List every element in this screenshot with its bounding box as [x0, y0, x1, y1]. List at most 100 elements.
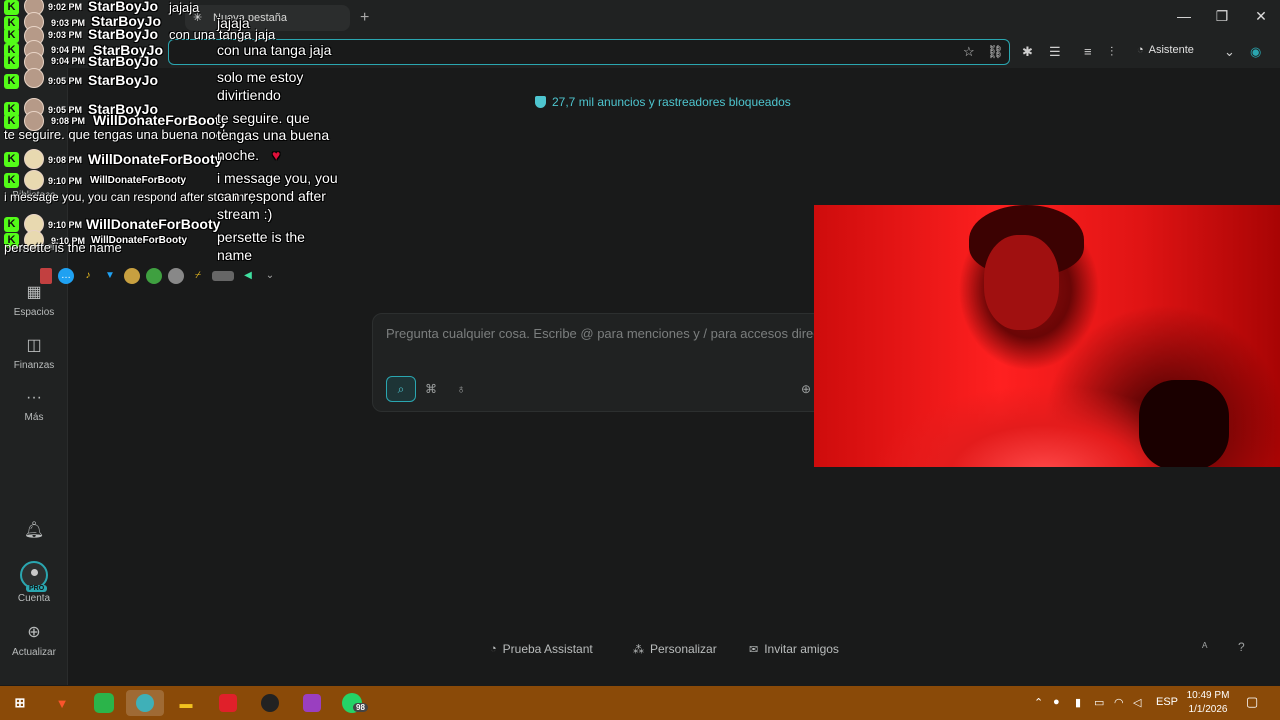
auto-icon[interactable]	[212, 271, 234, 281]
game-icon[interactable]	[299, 690, 325, 716]
kick-icon: K	[4, 173, 19, 188]
invite-friends-link[interactable]: ✉ Invitar amigos	[749, 638, 839, 660]
try-assistant-link[interactable]: ◔ Prueba Assistant	[490, 638, 593, 660]
update-button[interactable]: ⊕ Actualizar	[0, 624, 68, 658]
perplexity-browser-icon[interactable]	[126, 690, 164, 716]
tts-caption: can respond after	[217, 188, 326, 204]
update-label: Actualizar	[12, 647, 56, 658]
filter-icon[interactable]: ▼	[102, 268, 118, 284]
chat-toolbar: … ♪ ▼ ⌿ ◀ ⌄	[40, 266, 278, 286]
kick-icon: K	[4, 74, 19, 89]
blocked-counter[interactable]: 27,7 mil anuncios y rastreadores bloquea…	[535, 95, 791, 109]
obs-tray-icon[interactable]: ●	[1053, 696, 1060, 708]
webcam-shadow	[1139, 380, 1229, 467]
chat-time: 9:05 PM	[48, 105, 83, 115]
tts-caption: stream :)	[217, 206, 273, 222]
chat-time: 9:03 PM	[48, 30, 83, 40]
chevron-up-icon[interactable]: ⌃	[1034, 696, 1043, 709]
sidebar-item-finance[interactable]: ◫ Finanzas	[0, 337, 68, 371]
wifi-icon[interactable]: ◠	[1114, 696, 1124, 709]
chat-bubble-icon[interactable]: …	[58, 268, 74, 284]
battery-icon[interactable]: ▭	[1094, 696, 1104, 709]
badge-icon[interactable]	[168, 268, 184, 284]
file-explorer-icon[interactable]: ▬	[173, 690, 199, 716]
sidebar-item-label: Más	[24, 412, 44, 423]
language-indicator[interactable]: ESP	[1156, 696, 1178, 708]
speaker-icon[interactable]: ◀	[240, 268, 256, 284]
volume-icon[interactable]: ◁	[1133, 696, 1141, 709]
kick-icon: K	[4, 217, 19, 232]
chevron-down-icon[interactable]: ⌄	[1224, 44, 1235, 60]
pause-icon[interactable]	[40, 268, 52, 284]
star-icon[interactable]: ☆	[963, 44, 975, 60]
chat-username: WillDonateForBooty	[88, 151, 223, 167]
collapse-icon[interactable]: ⌄	[262, 268, 278, 284]
assistant-button[interactable]: ◔ Asistente	[1137, 44, 1194, 56]
ask-placeholder: Pregunta cualquier cosa. Escribe @ para …	[386, 326, 841, 341]
chat-message: te seguire. que tengas una buena noche.	[4, 127, 241, 142]
tts-caption: name	[217, 247, 253, 263]
tts-caption: con una tanga jaja	[217, 42, 332, 58]
screen: ✳ Nueva pestaña + — ❐ ✕ ☆ ⛓ ✱ ☰ ≡ ⫶ ◔ As…	[0, 0, 1280, 720]
chat-time: 9:03 PM	[51, 18, 86, 28]
kick-icon: K	[4, 28, 19, 43]
chat-time: 9:04 PM	[51, 56, 86, 66]
account-button[interactable]: PRO Cuenta	[0, 561, 68, 604]
chat-time: 9:08 PM	[48, 155, 83, 165]
link-label: Prueba Assistant	[502, 642, 593, 656]
windows-start-icon[interactable]: ⊞	[7, 690, 33, 716]
refresh-app-icon[interactable]	[91, 690, 117, 716]
refresh-icon[interactable]	[146, 268, 162, 284]
avatar	[24, 170, 44, 190]
profile-icon[interactable]: ◉	[1250, 44, 1261, 60]
chat-message: jajaja	[169, 0, 200, 15]
microphone-icon[interactable]: ▮	[1075, 696, 1081, 709]
link-icon[interactable]: ⛓	[987, 44, 1004, 60]
broom-icon[interactable]: ⌿	[190, 268, 206, 284]
account-label: Cuenta	[17, 593, 51, 604]
notification-center-icon[interactable]: ▢	[1246, 694, 1258, 710]
help-icon[interactable]: ?	[1238, 640, 1245, 654]
notifications-button[interactable]: 🔔︎	[0, 522, 68, 545]
chat-username: StarBoyJo	[88, 0, 159, 14]
bell-icon: 🔔︎	[23, 522, 45, 539]
chat-time: 9:10 PM	[48, 176, 83, 186]
reader-icon[interactable]: ☰	[1049, 44, 1061, 60]
labs-mode-button[interactable]: ♁	[446, 376, 476, 402]
minimize-icon[interactable]: —	[1174, 8, 1194, 24]
search-mode-button[interactable]: ⌕	[386, 376, 416, 402]
maximize-icon[interactable]: ❐	[1212, 8, 1232, 25]
whatsapp-badge: 98	[353, 703, 368, 712]
chat-time: 9:08 PM	[51, 116, 86, 126]
shield-icon	[535, 96, 546, 108]
bell-icon[interactable]: ♪	[80, 268, 96, 284]
heart-icon: ♥	[272, 147, 281, 163]
chat-time: 9:10 PM	[48, 220, 83, 230]
chat-time: 9:04 PM	[51, 45, 86, 55]
new-tab-button[interactable]: +	[360, 9, 369, 27]
search-icon: ⌕	[397, 381, 405, 396]
research-mode-button[interactable]: ⌘	[416, 376, 446, 402]
obs-icon[interactable]	[257, 690, 283, 716]
assistant-label: Asistente	[1148, 44, 1194, 56]
app-icon[interactable]	[215, 690, 241, 716]
ask-box[interactable]: Pregunta cualquier cosa. Escribe @ para …	[372, 313, 841, 412]
translate-icon[interactable]: ᴬ	[1202, 640, 1207, 654]
research-icon: ⌘	[425, 382, 437, 396]
chat-time: 9:05 PM	[48, 76, 83, 86]
close-icon[interactable]: ✕	[1251, 8, 1271, 25]
sidebar-item-more[interactable]: ··· Más	[0, 389, 68, 423]
whatsapp-icon[interactable]: 98	[339, 690, 368, 716]
list-icon[interactable]: ≡	[1084, 44, 1092, 59]
emoji-icon[interactable]	[124, 268, 140, 284]
extensions-icon[interactable]: ✱	[1022, 44, 1033, 60]
link-label: Invitar amigos	[764, 642, 839, 656]
chat-username: WillDonateForBooty	[93, 112, 228, 128]
kick-icon: K	[4, 152, 19, 167]
voice-icon[interactable]: ⫶	[1110, 44, 1113, 60]
clock[interactable]: 10:49 PM 1/1/2026	[1186, 689, 1230, 717]
assistant-icon: ◔	[1137, 44, 1144, 56]
kick-icon: K	[4, 54, 19, 69]
brave-icon[interactable]: ▼	[49, 690, 75, 716]
customize-link[interactable]: ⁂ Personalizar	[633, 638, 717, 660]
